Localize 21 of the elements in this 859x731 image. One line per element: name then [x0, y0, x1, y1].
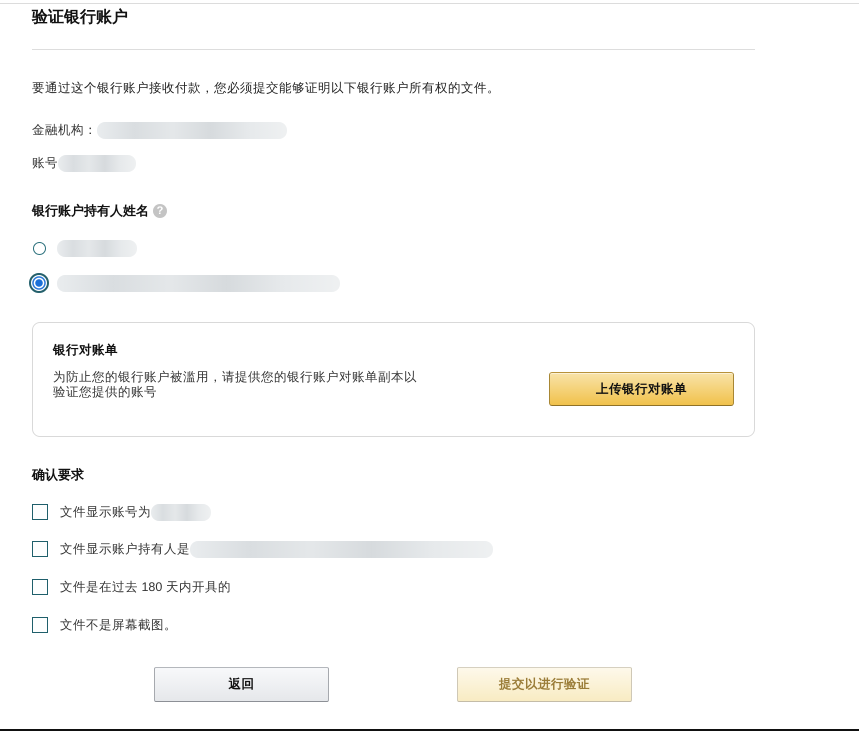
- upload-button[interactable]: 上传银行对账单: [549, 372, 734, 406]
- page-title: 验证银行账户: [32, 8, 128, 28]
- checkbox[interactable]: [32, 504, 48, 520]
- redacted-block: [151, 504, 211, 520]
- requirement-label: 文件显示账户持有人是: [60, 541, 190, 558]
- checkbox[interactable]: [32, 541, 48, 557]
- field-label: 金融机构：: [32, 122, 97, 139]
- section-heading: 确认要求: [32, 466, 84, 484]
- section-heading: 银行账户持有人姓名: [32, 202, 149, 220]
- back-button[interactable]: 返回: [154, 667, 329, 702]
- requirement-label: 文件是在过去 180 天内开具的: [60, 579, 231, 596]
- requirement-label: 文件显示账号为: [60, 504, 151, 521]
- radio-button[interactable]: [29, 273, 49, 293]
- requirement-label: 文件不是屏幕截图。: [60, 617, 177, 634]
- intro-text: 要通过这个银行账户接收付款，您必须提交能够证明以下银行账户所有权的文件。: [32, 80, 500, 97]
- radio-button[interactable]: [32, 242, 46, 254]
- checkbox[interactable]: [32, 617, 48, 633]
- checkbox[interactable]: [32, 579, 48, 595]
- card-description: 为防止您的银行账户被滥用，请提供您的银行账户对账单副本以验证您提供的账号: [53, 370, 418, 400]
- field-label: 账号: [32, 155, 58, 172]
- card-title: 银行对账单: [53, 342, 118, 359]
